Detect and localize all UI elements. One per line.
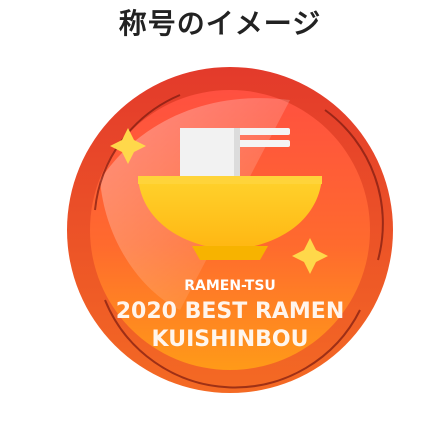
badge-graphic: RAMEN-TSU 2020 BEST RAMEN KUISHINBOU — [67, 67, 393, 393]
badge-line-kuishinbou: KUISHINBOU — [152, 327, 309, 352]
badge-line-ramen-tsu: RAMEN-TSU — [184, 278, 276, 294]
ramen-badge: RAMEN-TSU 2020 BEST RAMEN KUISHINBOU — [60, 60, 400, 400]
badge-line-best-ramen: 2020 BEST RAMEN — [116, 299, 345, 324]
page-title: 称号のイメージ — [118, 7, 322, 40]
